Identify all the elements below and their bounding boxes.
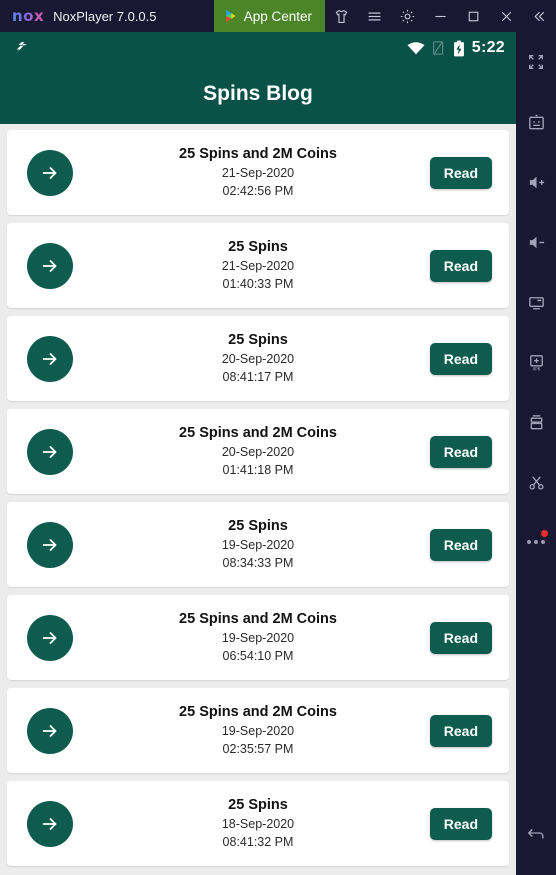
blog-list-item[interactable]: 25 Spins and 2M Coins 19-Sep-2020 06:54:10…: [7, 595, 509, 680]
close-icon[interactable]: [490, 0, 523, 32]
blog-item-date: 21-Sep-2020: [221, 166, 295, 181]
blog-item-date: 19-Sep-2020: [221, 724, 295, 739]
window-title: NoxPlayer 7.0.0.5: [53, 8, 157, 24]
blog-item-title: 25 Spins: [228, 517, 288, 534]
blog-item-time: 08:41:17 PM: [222, 370, 294, 385]
maximize-icon[interactable]: [457, 0, 490, 32]
multi-instance-icon[interactable]: [516, 402, 556, 442]
screen-icon[interactable]: [516, 282, 556, 322]
blog-item-title: 25 Spins and 2M Coins: [179, 145, 337, 162]
read-button[interactable]: Read: [429, 435, 492, 468]
keyboard-icon[interactable]: [516, 102, 556, 142]
blog-item-title: 25 Spins: [228, 331, 288, 348]
blog-item-time: 02:42:56 PM: [222, 184, 294, 199]
emulator-body: 5:22 Spins Blog 25 Spins and 2M Coins 21-…: [0, 32, 556, 875]
blog-list-item[interactable]: 25 Spins and 2M Coins 21-Sep-2020 02:42:56…: [7, 130, 509, 215]
arrow-right-icon[interactable]: [27, 614, 73, 661]
google-play-icon: [225, 9, 236, 23]
arrow-right-icon[interactable]: [27, 149, 73, 196]
read-button[interactable]: Read: [429, 342, 492, 375]
screenshot-cut-icon[interactable]: [516, 462, 556, 502]
blog-item-date: 19-Sep-2020: [221, 631, 295, 646]
status-icons: 5:22: [407, 39, 505, 57]
arrow-right-icon[interactable]: [27, 242, 73, 289]
window-titlebar: nox NoxPlayer 7.0.0.5 App Center: [0, 0, 556, 32]
read-button[interactable]: Read: [429, 156, 492, 189]
theme-shirt-icon[interactable]: [325, 0, 358, 32]
app-notification-icon: [15, 41, 27, 55]
notification-dot-badge: [541, 530, 548, 537]
blog-item-time: 08:34:33 PM: [222, 556, 294, 571]
page-title: Spins Blog: [203, 82, 313, 105]
app-bar: Spins Blog: [0, 64, 516, 124]
svg-text:APK: APK: [532, 366, 540, 372]
more-dots: [527, 540, 545, 544]
minimize-icon[interactable]: [424, 0, 457, 32]
read-button[interactable]: Read: [429, 621, 492, 654]
blog-item-date: 19-Sep-2020: [221, 538, 295, 553]
blog-item-title: 25 Spins and 2M Coins: [179, 610, 337, 627]
app-center-button[interactable]: App Center: [213, 0, 325, 32]
back-icon[interactable]: [516, 813, 556, 853]
blog-list-item[interactable]: 25 Spins 19-Sep-2020 08:34:33 PM Read: [7, 502, 509, 587]
arrow-right-icon[interactable]: [27, 800, 73, 847]
arrow-right-icon[interactable]: [27, 521, 73, 568]
android-screen: 5:22 Spins Blog 25 Spins and 2M Coins 21-…: [0, 32, 516, 875]
blog-item-date: 20-Sep-2020: [221, 445, 295, 460]
blog-item-time: 06:54:10 PM: [222, 649, 294, 664]
arrow-right-icon[interactable]: [27, 335, 73, 382]
blog-list-item[interactable]: 25 Spins 20-Sep-2020 08:41:17 PM Read: [7, 316, 509, 401]
install-apk-icon[interactable]: APK: [516, 342, 556, 382]
settings-gear-icon[interactable]: [391, 0, 424, 32]
status-bar-time: 5:22: [471, 39, 505, 56]
volume-down-icon[interactable]: [516, 222, 556, 262]
nox-logo: nox: [12, 7, 45, 25]
blog-item-title: 25 Spins: [228, 238, 288, 255]
noxplayer-window: nox NoxPlayer 7.0.0.5 App Center 5:22 Sp…: [0, 0, 556, 875]
spins-blog-list[interactable]: 25 Spins and 2M Coins 21-Sep-2020 02:42:56…: [0, 124, 516, 875]
nox-toolbar: APK: [516, 32, 556, 875]
collapse-icon[interactable]: [523, 0, 556, 32]
fullscreen-icon[interactable]: [516, 42, 556, 82]
arrow-right-icon[interactable]: [27, 707, 73, 754]
blog-list-item[interactable]: 25 Spins 21-Sep-2020 01:40:33 PM Read: [7, 223, 509, 308]
arrow-right-icon[interactable]: [27, 428, 73, 475]
blog-item-date: 18-Sep-2020: [221, 817, 295, 832]
more-options-icon[interactable]: [516, 522, 556, 562]
blog-item-title: 25 Spins and 2M Coins: [179, 703, 337, 720]
read-button[interactable]: Read: [429, 249, 492, 282]
blog-list-item[interactable]: 25 Spins and 2M Coins 19-Sep-2020 02:35:57…: [7, 688, 509, 773]
blog-item-time: 08:41:32 PM: [222, 835, 294, 850]
blog-item-time: 02:35:57 PM: [222, 742, 294, 757]
blog-list-item[interactable]: 25 Spins 18-Sep-2020 08:41:32 PM Read: [7, 781, 509, 866]
app-center-label: App Center: [243, 8, 312, 24]
read-button[interactable]: Read: [429, 807, 492, 840]
android-status-bar: 5:22: [0, 32, 516, 64]
blog-item-title: 25 Spins and 2M Coins: [179, 424, 337, 441]
no-sim-signal-icon: [432, 41, 443, 55]
blog-item-date: 21-Sep-2020: [221, 259, 295, 274]
blog-item-time: 01:40:33 PM: [222, 277, 294, 292]
blog-item-date: 20-Sep-2020: [221, 352, 295, 367]
window-controls: [325, 0, 556, 32]
menu-icon[interactable]: [358, 0, 391, 32]
blog-item-time: 01:41:18 PM: [222, 463, 294, 478]
blog-item-title: 25 Spins: [228, 796, 288, 813]
blog-list-item[interactable]: 25 Spins and 2M Coins 20-Sep-2020 01:41:18…: [7, 409, 509, 494]
wifi-icon: [407, 41, 425, 54]
battery-charging-icon: [453, 40, 464, 56]
read-button[interactable]: Read: [429, 528, 492, 561]
volume-up-icon[interactable]: [516, 162, 556, 202]
read-button[interactable]: Read: [429, 714, 492, 747]
